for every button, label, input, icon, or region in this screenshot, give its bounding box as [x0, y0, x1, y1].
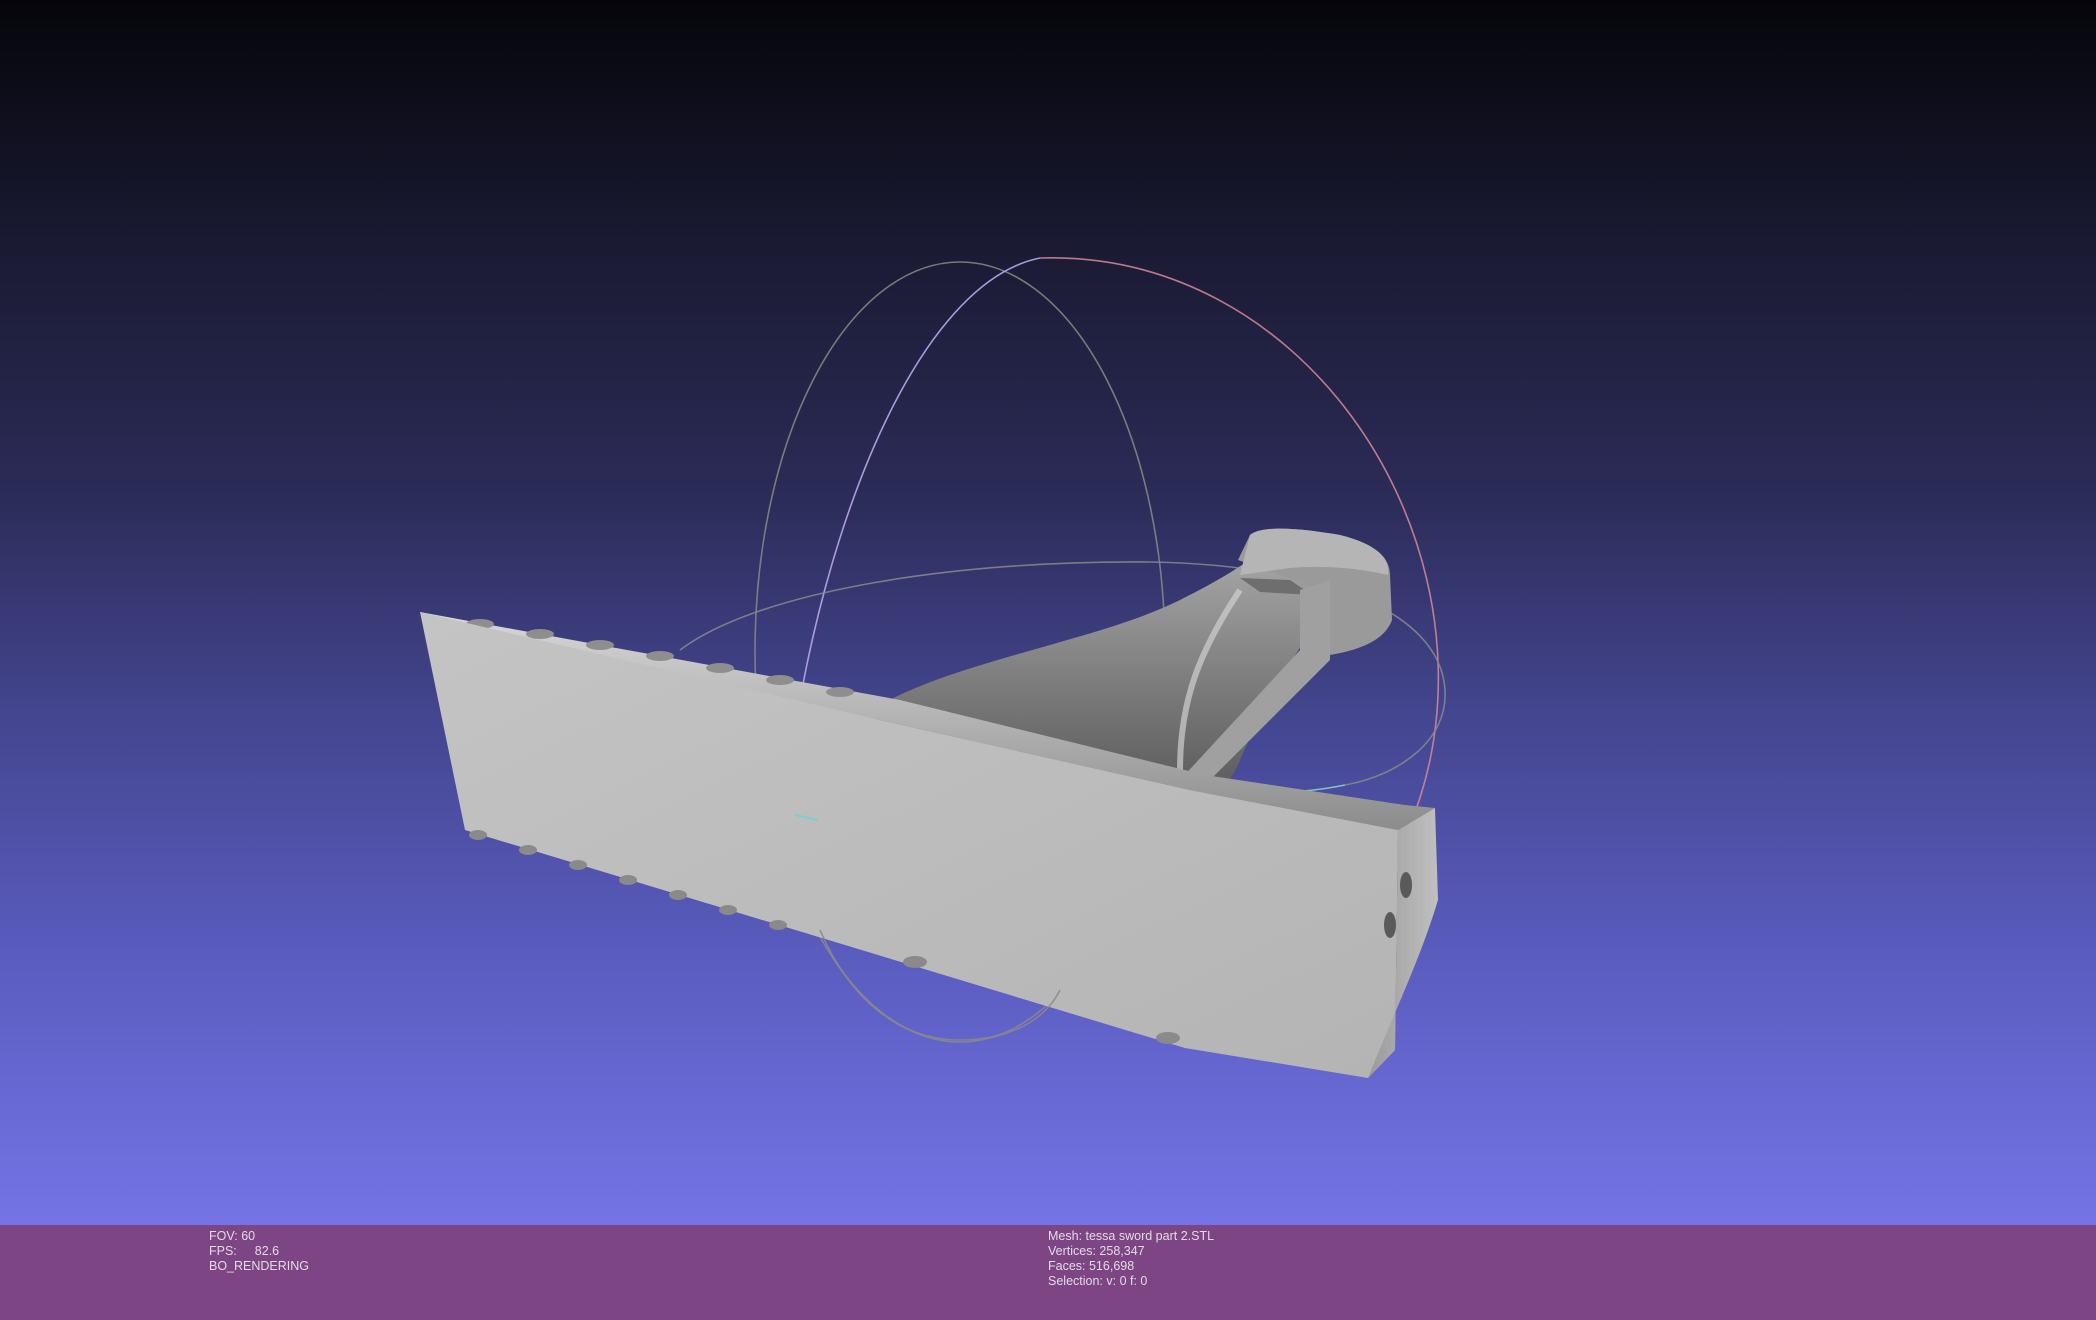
trackball-ring-diagonal-2: [799, 257, 1041, 701]
3d-viewport[interactable]: [0, 0, 2096, 1225]
fps-value: 82.6: [254, 1244, 280, 1258]
status-info-bar: FOV: 60 FPS: 82.6 BO_RENDERING Mesh: tess…: [0, 1225, 2096, 1320]
mesh-name: Mesh: tessa sword part 2.STL: [1048, 1229, 1215, 1243]
scene-canvas[interactable]: [0, 0, 2096, 1225]
fov-label: FOV:: [209, 1229, 238, 1243]
vertex-count: Vertices: 258,347: [1048, 1244, 1145, 1258]
render-info: FOV: 60 FPS: 82.6 BO_RENDERING: [209, 1229, 309, 1274]
mesh-end-hole-2: [1384, 912, 1396, 938]
mesh-info: Mesh: tessa sword part 2.STL Vertices: 2…: [1048, 1229, 1214, 1289]
sword-mesh[interactable]: [420, 528, 1438, 1078]
fov-value: 60: [241, 1229, 256, 1243]
face-count: Faces: 516,698: [1048, 1259, 1135, 1273]
fps-readout: FPS: 82.6: [209, 1244, 309, 1259]
fps-label: FPS:: [209, 1244, 237, 1258]
render-mode: BO_RENDERING: [209, 1259, 310, 1273]
fov-readout: FOV: 60: [209, 1229, 309, 1244]
mesh-end-hole-1: [1400, 872, 1412, 898]
selection-info: Selection: v: 0 f: 0: [1048, 1274, 1148, 1288]
